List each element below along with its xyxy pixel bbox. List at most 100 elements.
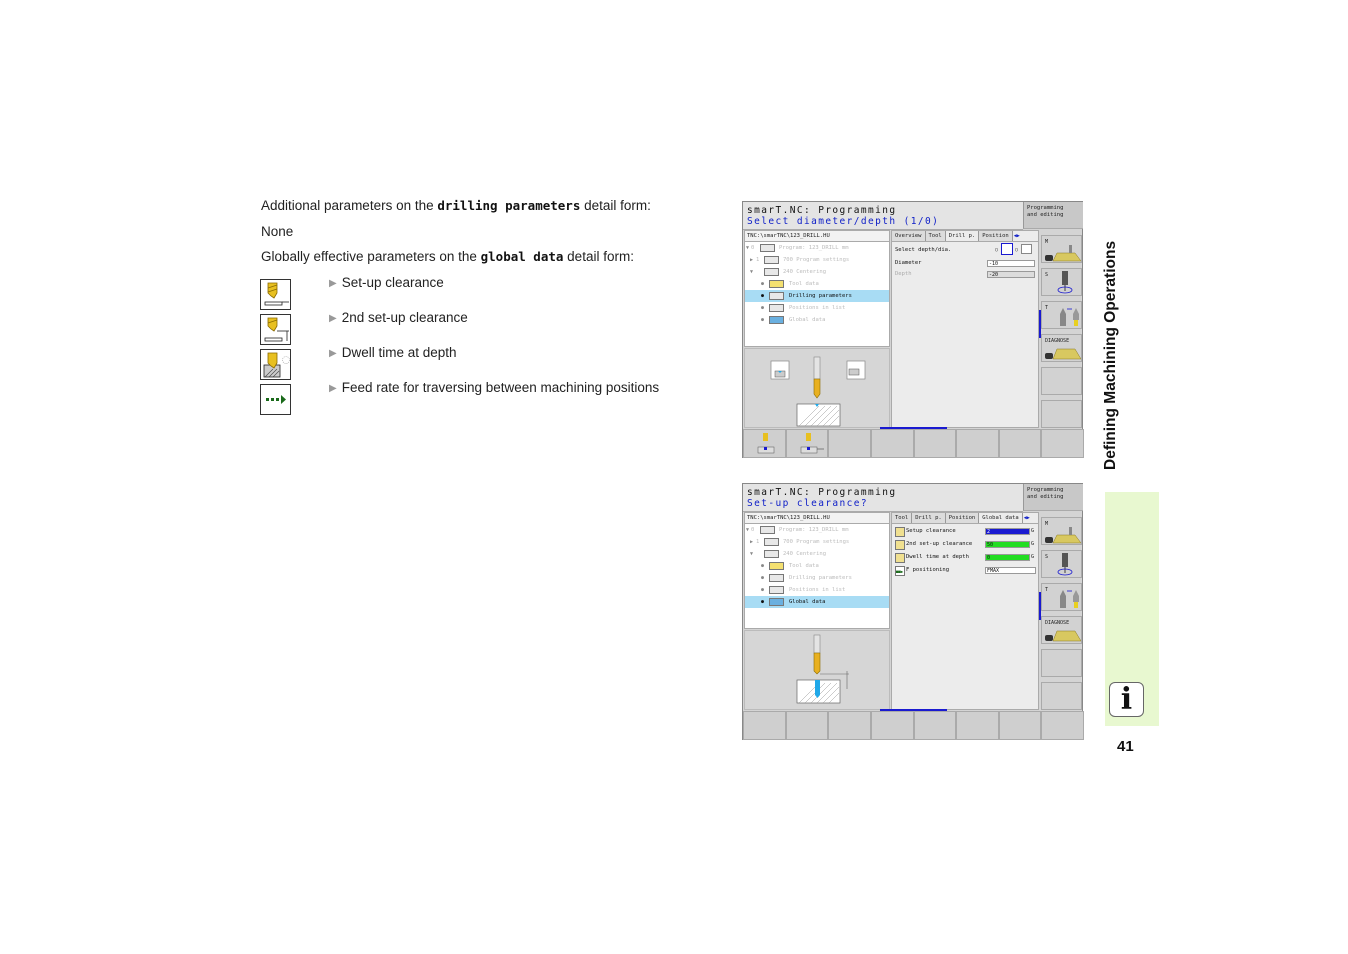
- softkey-s[interactable]: S: [1041, 550, 1082, 578]
- field-select-depth-dia: Select depth/dia. ○ ○: [892, 242, 1038, 258]
- softkey-empty[interactable]: [956, 429, 999, 458]
- tab-position[interactable]: Position: [979, 231, 1013, 241]
- tree-item-centering[interactable]: ▼ 240 Centering: [745, 266, 889, 278]
- tree-item-drilling-parameters[interactable]: ● Drilling parameters: [745, 290, 889, 302]
- softkey-empty[interactable]: [913, 711, 957, 740]
- softkey-empty[interactable]: [913, 429, 957, 458]
- radio-depth[interactable]: ○: [1015, 247, 1018, 253]
- softkey-empty[interactable]: [870, 429, 914, 458]
- softkey-t[interactable]: T: [1041, 583, 1082, 611]
- mode-line: and editing: [1027, 494, 1064, 500]
- diameter-input[interactable]: -10: [987, 260, 1035, 267]
- settings-icon: [764, 538, 779, 546]
- expand-icon[interactable]: ▶: [750, 254, 753, 266]
- softkey-empty[interactable]: [743, 711, 786, 740]
- setup-clearance-input[interactable]: 2: [985, 528, 1030, 535]
- softkey-empty-6[interactable]: [1041, 400, 1082, 428]
- tree-item-tool-data[interactable]: ● Tool data: [745, 278, 889, 290]
- global-flag: G: [1031, 541, 1035, 547]
- form-tabs: Tool Drill p. Position Global data ◀▶: [892, 513, 1038, 524]
- tab-global-data[interactable]: Global data: [979, 513, 1023, 523]
- tab-tool[interactable]: Tool: [892, 513, 913, 523]
- softkey-empty[interactable]: [785, 711, 829, 740]
- field-label: 2nd set-up clearance: [906, 541, 973, 547]
- bullet-feed-rate: ▶ Feed rate for traversing between machin…: [329, 380, 659, 395]
- screen-header: smarT.NC: Programming Set-up clearance?: [743, 484, 1023, 512]
- tree-item-global-data[interactable]: ● Global data: [745, 314, 889, 326]
- bullet-icon: ●: [761, 575, 765, 581]
- tree-item-program[interactable]: ▼ 0 Program: 123_DRILL mm: [745, 242, 889, 254]
- tab-drill-p[interactable]: Drill p.: [945, 231, 980, 241]
- drilling-icon: [769, 292, 784, 300]
- field-setup-clearance: Setup clearance 2 G: [892, 526, 1038, 539]
- softkey-empty[interactable]: [828, 429, 871, 458]
- softkey-m[interactable]: M: [1041, 517, 1082, 545]
- tab-tool[interactable]: Tool: [925, 231, 946, 241]
- tree-item-drilling-parameters[interactable]: ● Drilling parameters: [745, 572, 889, 584]
- depth-option-icon[interactable]: [1021, 244, 1032, 254]
- softkey-empty[interactable]: [870, 711, 914, 740]
- dwell-time-input[interactable]: 0: [985, 554, 1030, 561]
- radio-diameter[interactable]: ○: [995, 247, 998, 253]
- diameter-option-icon[interactable]: [1001, 243, 1013, 255]
- depth-input[interactable]: -20: [987, 271, 1035, 278]
- field-label: F positioning: [906, 567, 950, 573]
- settings-icon: [764, 256, 779, 264]
- program-icon: [760, 526, 775, 534]
- field-second-setup-clearance: 2nd set-up clearance 50 G: [892, 539, 1038, 552]
- tree-item-program[interactable]: ▼ 0 Program: 123_DRILL mm: [745, 524, 889, 536]
- tab-scroll-arrows-icon[interactable]: ◀▶: [1013, 231, 1020, 241]
- tree-item-positions[interactable]: ● Positions in list: [745, 302, 889, 314]
- bullet-triangle-icon: ▶: [329, 383, 337, 394]
- softkey-empty[interactable]: [1041, 429, 1084, 458]
- tab-scroll-arrows-icon[interactable]: ◀▶: [1023, 513, 1030, 523]
- second-setup-clearance-input[interactable]: 50: [985, 541, 1030, 548]
- softkey-select-diameter[interactable]: [743, 429, 786, 458]
- tree-label: 240 Centering: [783, 551, 827, 557]
- tree-item-centering[interactable]: ▼ 240 Centering: [745, 548, 889, 560]
- tree-item-positions[interactable]: ● Positions in list: [745, 584, 889, 596]
- drilling-icon: [769, 574, 784, 582]
- collapse-icon[interactable]: ▼: [746, 524, 749, 536]
- tab-drill-p[interactable]: Drill p.: [912, 513, 946, 523]
- softkey-empty[interactable]: [828, 711, 871, 740]
- mode-indicator: Programming and editing: [1023, 484, 1083, 511]
- second-setup-clearance-icon: [260, 314, 291, 345]
- f-positioning-input[interactable]: FMAX: [985, 567, 1036, 574]
- tab-position[interactable]: Position: [945, 513, 980, 523]
- file-path: TNC:\smarTNC\123_DRILL.HU: [745, 231, 889, 242]
- bullet-icon: ●: [761, 305, 765, 311]
- softkey-select-depth[interactable]: [785, 429, 829, 458]
- tab-overview[interactable]: Overview: [892, 231, 926, 241]
- detail-form: Tool Drill p. Position Global data ◀▶ Se…: [891, 512, 1039, 710]
- tree-item-tool-data[interactable]: ● Tool data: [745, 560, 889, 572]
- collapse-icon[interactable]: ▼: [750, 266, 753, 278]
- screen-prompt: Set-up clearance?: [747, 498, 869, 509]
- softkey-empty[interactable]: [956, 711, 999, 740]
- tnc-screenshot-drilling-parameters: smarT.NC: Programming Select diameter/de…: [742, 201, 1084, 458]
- tree-label: Program: 123_DRILL mm: [779, 245, 849, 251]
- softkey-empty-5[interactable]: [1041, 367, 1082, 395]
- tree-item-program-settings[interactable]: ▶ 1 700 Program settings: [745, 254, 889, 266]
- softkey-diagnose[interactable]: DIAGNOSE: [1041, 334, 1082, 362]
- softkey-empty-6[interactable]: [1041, 682, 1082, 710]
- collapse-icon[interactable]: ▼: [746, 242, 749, 254]
- machine-icon: [1045, 245, 1081, 262]
- softkey-diagnose[interactable]: DIAGNOSE: [1041, 616, 1082, 644]
- softkey-s[interactable]: S: [1041, 268, 1082, 296]
- expand-icon[interactable]: ▶: [750, 536, 753, 548]
- tree-label: Tool data: [789, 281, 819, 287]
- softkey-empty[interactable]: [998, 429, 1042, 458]
- softkey-empty[interactable]: [1041, 711, 1084, 740]
- tree-item-global-data[interactable]: ● Global data: [745, 596, 889, 608]
- collapse-icon[interactable]: ▼: [750, 548, 753, 560]
- bullet-triangle-icon: ▶: [329, 313, 337, 324]
- softkey-m[interactable]: M: [1041, 235, 1082, 263]
- mode-line: Programming: [1027, 487, 1064, 493]
- field-label: Dwell time at depth: [906, 554, 969, 560]
- softkey-t[interactable]: T: [1041, 301, 1082, 329]
- softkey-empty-5[interactable]: [1041, 649, 1082, 677]
- drill-illustration: [770, 356, 866, 427]
- tree-item-program-settings[interactable]: ▶ 1 700 Program settings: [745, 536, 889, 548]
- softkey-empty[interactable]: [998, 711, 1042, 740]
